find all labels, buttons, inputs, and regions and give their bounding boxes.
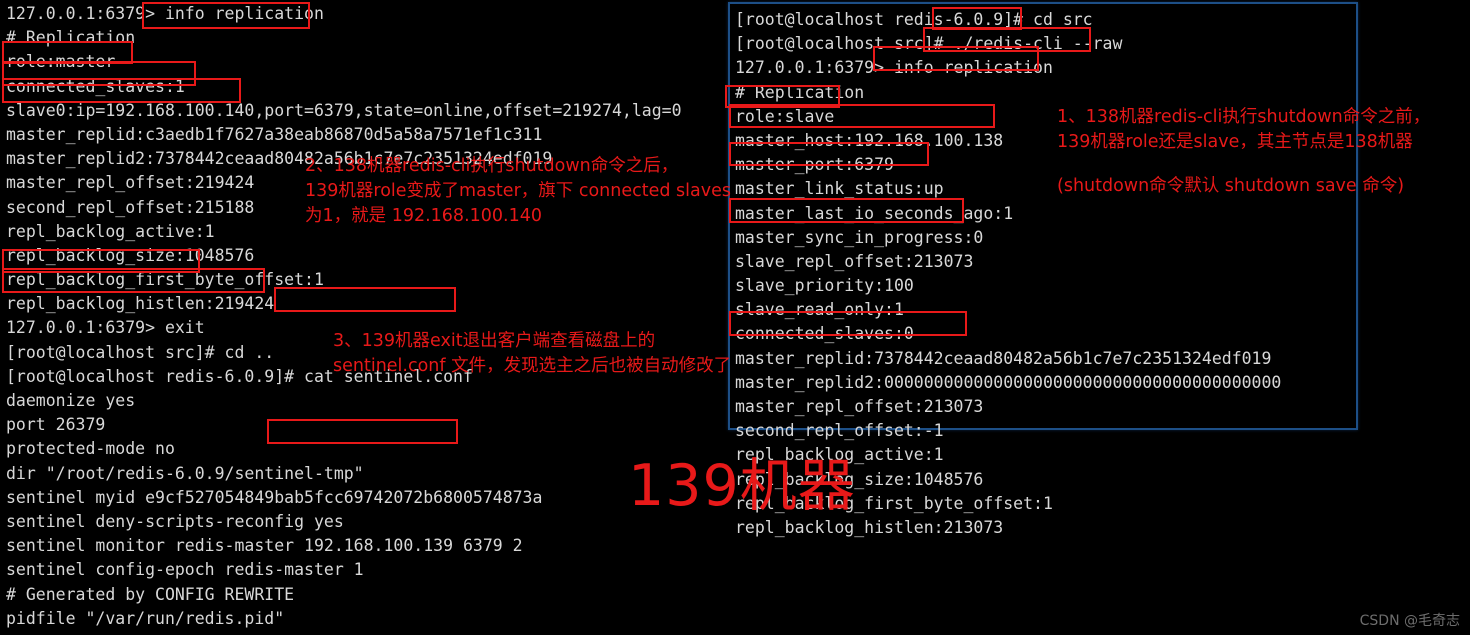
annotation-note-3: 3、139机器exit退出客户端查看磁盘上的 sentinel.conf 文件，… [333, 331, 732, 376]
right-terminal-line-12: slave_read_only:1 [735, 300, 904, 320]
right-terminal-line-17: second_repl_offset:-1 [735, 421, 944, 441]
right-terminal-line-14: master_replid:7378442ceaad80482a56b1c7e7… [735, 348, 1272, 368]
left-terminal-line-25: pidfile "/var/run/redis.pid" [6, 608, 285, 628]
screenshot-root: 127.0.0.1:6379> info replication # Replic… [0, 0, 1470, 635]
right-terminal-line-16: master_repl_offset:213073 [735, 397, 984, 416]
left-terminal-line-24: # Generated by CONFIG REWRITE [6, 584, 295, 604]
right-terminal-line-10: slave_repl_offset:213073 [735, 251, 974, 271]
big-caption-139-machine: 139机器 [628, 453, 856, 519]
right-terminal-line-1: [root@localhost src]# ./redis-cli --raw [735, 34, 1123, 54]
right-terminal-line-11: slave_priority:100 [735, 276, 914, 296]
annotation-note-2: 2、138机器redis-cli执行shutdown命令之后， 139机器rol… [305, 156, 731, 226]
right-terminal-line-13: connected_slaves:0 [735, 324, 914, 344]
left-terminal-line-23: sentinel config-epoch redis-master 1 [6, 560, 364, 580]
left-terminal-line-26: user default on nopass ~* +@all [6, 631, 986, 635]
annotation-note-1b: (shutdown命令默认 shutdown save 命令) [1057, 176, 1405, 196]
right-terminal-line-3: # Replication [735, 82, 865, 102]
right-terminal-line-9: master_sync_in_progress:0 [735, 227, 984, 247]
right-terminal-line-8: master_last_io_seconds_ago:1 [735, 203, 1014, 223]
right-terminal-line-15: master_replid2:0000000000000000000000000… [735, 372, 1282, 392]
annotation-note-1: 1、138机器redis-cli执行shutdown命令之前， 139机器rol… [1057, 107, 1431, 152]
right-terminal-line-21: repl_backlog_histlen:213073 [735, 517, 1004, 537]
right-terminal-line-0: [root@localhost redis-6.0.9]# cd src [735, 10, 1093, 29]
right-terminal-line-2: 127.0.0.1:6379> info replication [735, 58, 1053, 78]
csdn-watermark: CSDN @毛奇志 [1359, 613, 1460, 629]
